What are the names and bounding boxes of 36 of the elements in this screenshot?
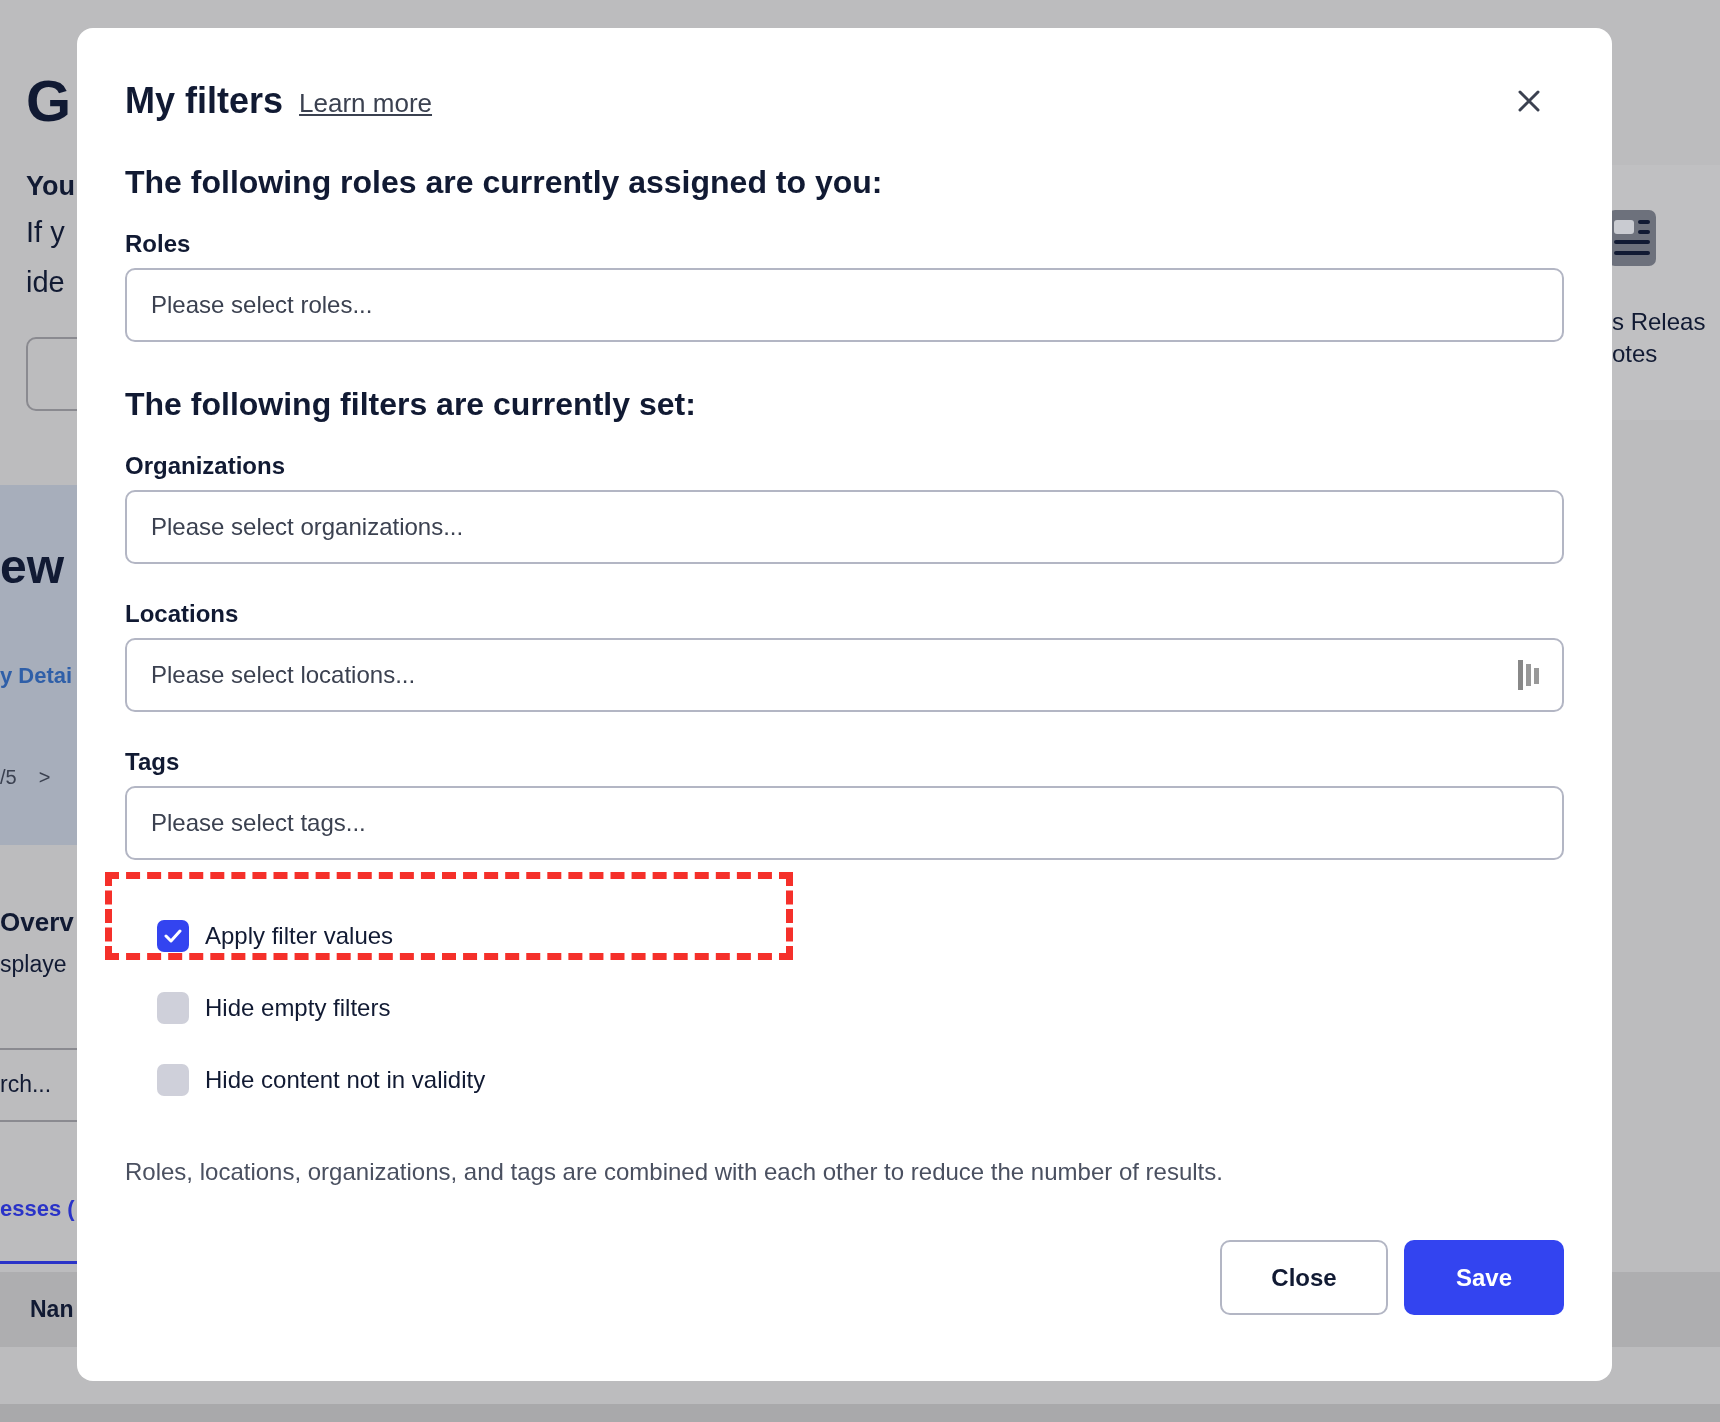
checkbox-label: Hide content not in validity [205,1065,486,1095]
column-header: Nan [30,1295,74,1325]
select-field[interactable]: Please select roles... [125,268,1564,342]
checkbox-label: Apply filter values [205,921,394,951]
page-subheading: You [26,170,75,203]
page-heading: G [26,72,72,130]
checkbox[interactable] [157,920,189,952]
intro-text: If y [26,214,65,250]
pager-text: /5 [0,765,17,790]
close-icon[interactable] [1518,90,1540,112]
dialog-title: My filters [125,79,284,123]
field-label: Tags [125,750,180,774]
field-label: Roles [125,232,191,256]
checkbox[interactable] [157,1064,189,1096]
select-field[interactable]: Please select organizations... [125,490,1564,564]
field-label: Organizations [125,454,286,478]
section-heading: The following roles are currently assigned to you: [125,163,884,202]
checkbox[interactable] [157,992,189,1024]
pager-next[interactable]: > [38,762,51,792]
intro-text: ide [26,264,65,300]
field-label: Locations [125,602,239,626]
checkbox-label: Hide empty filters [205,993,391,1023]
help-text: Roles, locations, organizations, and tags are combined with each other to reduce the number of results. [125,1157,1224,1187]
card-title: s Releas [1612,307,1706,337]
learn-more-link[interactable]: Learn more [299,83,432,123]
select-field[interactable]: Please select tags... [125,786,1564,860]
section-heading: The following filters are currently set: [125,385,697,424]
check-icon [164,929,182,943]
close-button[interactable]: Close [1220,1240,1388,1315]
section-title: Overv [0,909,74,935]
select-field[interactable]: Please select locations... [125,638,1564,712]
spinner-icon [1518,660,1540,690]
banner-title: ew [0,543,65,591]
save-button[interactable]: Save [1404,1240,1564,1315]
card-title: otes [1612,339,1659,369]
section-text: splaye [0,950,67,979]
